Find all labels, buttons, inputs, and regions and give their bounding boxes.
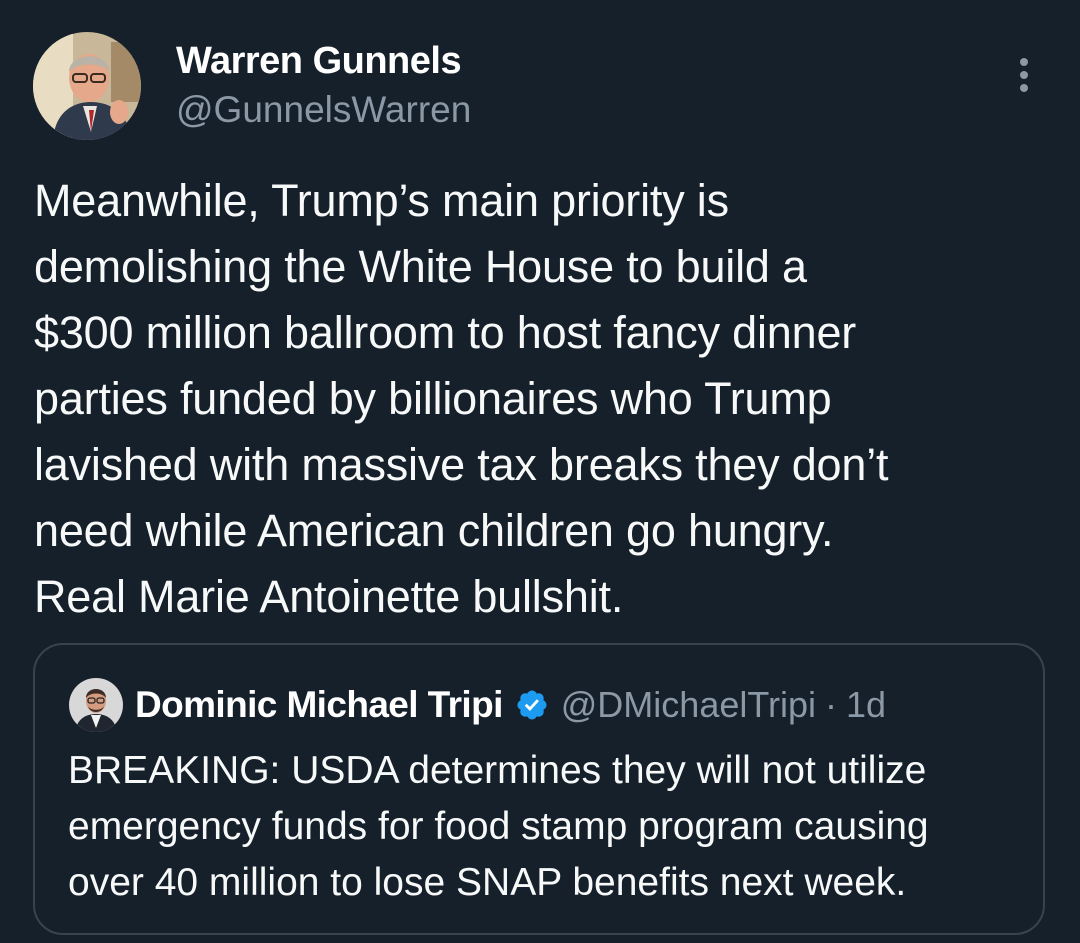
tweet-text-line: need while American children go hungry.	[34, 505, 834, 556]
quote-author-handle[interactable]: @DMichaelTripi	[561, 684, 816, 726]
more-dot	[1020, 71, 1028, 79]
quote-avatar-image	[69, 678, 123, 732]
quote-separator: ·	[825, 684, 838, 725]
quote-text-line: BREAKING: USDA determines they will not …	[68, 749, 927, 792]
quote-author-name[interactable]: Dominic Michael Tripi	[135, 684, 503, 726]
tweet-text-line: parties funded by billionaires who Trump	[34, 373, 832, 424]
verified-badge-icon	[515, 688, 549, 722]
quote-text: BREAKING: USDA determines they will not …	[68, 743, 1028, 911]
tweet: Warren Gunnels @GunnelsWarren Meanwhile,…	[0, 0, 1080, 943]
tweet-text-line: $300 million ballroom to host fancy dinn…	[34, 307, 857, 358]
author-avatar[interactable]	[33, 32, 141, 140]
tweet-text-line: lavished with massive tax breaks they do…	[34, 439, 889, 490]
quote-text-line: emergency funds for food stamp program c…	[68, 805, 929, 848]
more-dot	[1020, 58, 1028, 66]
tweet-text-line: Meanwhile, Trump’s main priority is	[34, 175, 729, 226]
more-vertical-icon[interactable]	[1010, 58, 1038, 96]
author-avatar-image	[33, 32, 141, 140]
author-name[interactable]: Warren Gunnels	[176, 40, 462, 83]
quote-header: Dominic Michael Tripi @DMichaelTripi · 1…	[135, 681, 886, 729]
quote-author-avatar[interactable]	[69, 678, 123, 732]
tweet-text-line: Real Marie Antoinette bullshit.	[34, 571, 624, 622]
quote-timestamp[interactable]: 1d	[846, 684, 886, 726]
quote-text-line: over 40 million to lose SNAP benefits ne…	[68, 861, 907, 904]
author-handle[interactable]: @GunnelsWarren	[176, 89, 471, 131]
more-dot	[1020, 84, 1028, 92]
quoted-tweet-card[interactable]: Dominic Michael Tripi @DMichaelTripi · 1…	[33, 643, 1045, 935]
tweet-text: Meanwhile, Trump’s main priority is demo…	[34, 168, 1054, 630]
tweet-text-line: demolishing the White House to build a	[34, 241, 807, 292]
